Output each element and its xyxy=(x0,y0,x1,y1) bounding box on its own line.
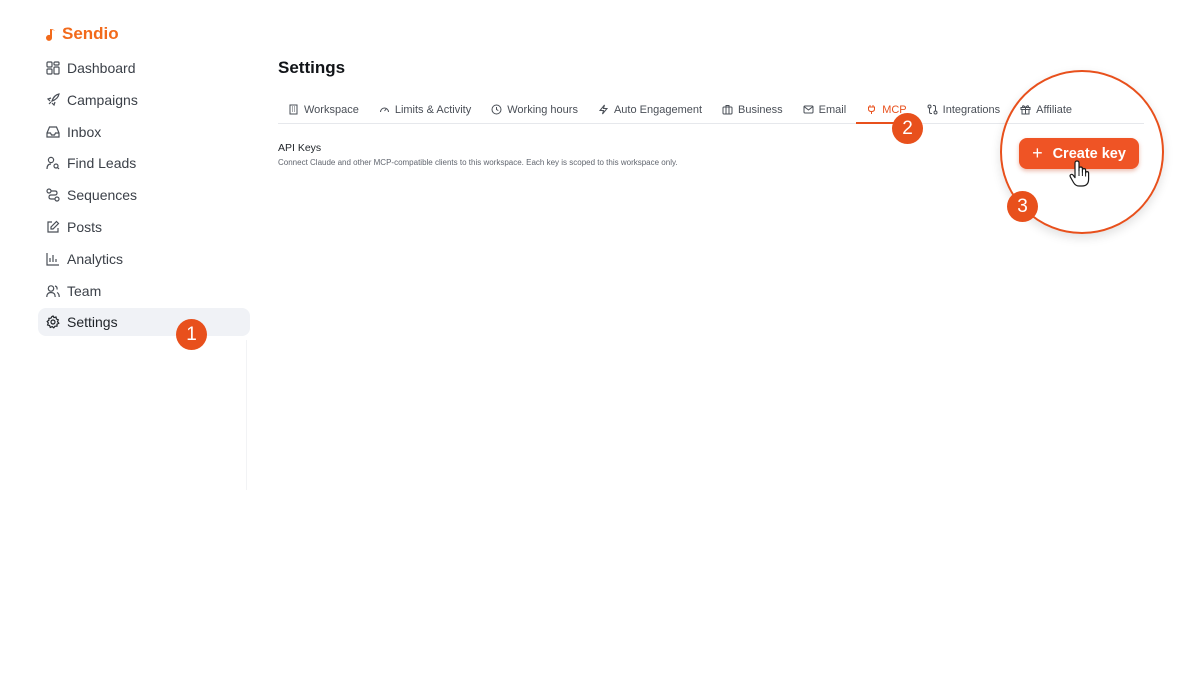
sidebar-item-label: Posts xyxy=(67,218,103,235)
sidebar-item-find-leads[interactable]: Find Leads xyxy=(38,149,250,177)
tab-label: Affiliate xyxy=(1036,103,1072,116)
tab-auto-engagement[interactable]: Auto Engagement xyxy=(588,96,712,123)
tab-label: Auto Engagement xyxy=(613,103,703,116)
gauge-icon xyxy=(379,107,389,113)
sidebar-item-label: Find Leads xyxy=(67,155,137,172)
tab-label: Integrations xyxy=(942,103,1001,116)
user-search-icon xyxy=(46,157,60,170)
sidebar-item-label: Inbox xyxy=(67,123,102,140)
bar-chart-icon xyxy=(46,252,59,266)
brand-name: Sendio xyxy=(62,24,119,43)
sidebar: Sendio Dashboard Campaigns Inbox Find Le… xyxy=(38,18,250,488)
brand-logo[interactable]: Sendio xyxy=(46,24,119,44)
settings-tabs: Workspace Limits & Activity Working hour… xyxy=(278,96,1144,124)
route-icon xyxy=(46,188,60,202)
tab-label: Email xyxy=(818,103,847,116)
briefcase-icon xyxy=(722,105,733,115)
gear-icon xyxy=(46,315,60,330)
sidebar-item-label: Team xyxy=(67,282,102,299)
sidebar-item-analytics[interactable]: Analytics xyxy=(38,245,250,273)
tab-email[interactable]: Email xyxy=(793,96,857,123)
sidebar-item-team[interactable]: Team xyxy=(38,277,250,305)
tab-label: Business xyxy=(738,103,783,116)
music-note-icon xyxy=(46,27,57,41)
sidebar-item-label: Dashboard xyxy=(67,60,136,76)
sidebar-item-campaigns[interactable]: Campaigns xyxy=(38,86,250,114)
page-title: Settings xyxy=(278,58,346,77)
sidebar-divider xyxy=(246,340,247,490)
zap-icon xyxy=(598,104,609,115)
building-icon xyxy=(289,104,298,115)
edit-icon xyxy=(47,220,60,233)
sidebar-nav: Dashboard Campaigns Inbox Find Leads Seq… xyxy=(38,54,250,340)
mail-icon xyxy=(803,105,814,114)
tab-affiliate[interactable]: Affiliate xyxy=(1010,96,1082,123)
step-badge-2: 2 xyxy=(892,113,923,144)
integrations-icon xyxy=(927,104,938,115)
clock-icon xyxy=(491,104,502,115)
sidebar-item-dashboard[interactable]: Dashboard xyxy=(38,54,250,82)
tab-label: Working hours xyxy=(507,103,578,116)
tab-limits-activity[interactable]: Limits & Activity xyxy=(369,96,481,123)
step-badge-1: 1 xyxy=(176,319,207,350)
tab-label: Workspace xyxy=(304,103,359,116)
tab-workspace[interactable]: Workspace xyxy=(278,96,369,123)
sidebar-item-label: Settings xyxy=(67,314,118,331)
gift-icon xyxy=(1020,105,1031,115)
create-key-label: Create key xyxy=(1052,145,1126,162)
sidebar-item-label: Sequences xyxy=(67,187,138,204)
dashboard-icon xyxy=(46,61,60,75)
tab-label: Limits & Activity xyxy=(394,103,472,116)
tab-working-hours[interactable]: Working hours xyxy=(481,96,588,123)
tab-integrations[interactable]: Integrations xyxy=(917,96,1010,123)
sidebar-item-inbox[interactable]: Inbox xyxy=(38,118,250,146)
create-key-button[interactable]: + Create key xyxy=(1019,138,1139,169)
step-badge-3: 3 xyxy=(1007,191,1038,222)
section-description: Connect Claude and other MCP-compatible … xyxy=(278,158,678,167)
sidebar-item-sequences[interactable]: Sequences xyxy=(38,181,250,209)
inbox-icon xyxy=(46,125,60,138)
sidebar-item-settings[interactable]: Settings xyxy=(38,308,250,337)
sidebar-item-label: Analytics xyxy=(67,250,124,267)
section-title: API Keys xyxy=(278,142,322,154)
sidebar-item-label: Campaigns xyxy=(67,91,138,108)
sidebar-item-posts[interactable]: Posts xyxy=(38,213,250,241)
plus-icon: + xyxy=(1032,142,1043,163)
tab-business[interactable]: Business xyxy=(712,96,793,123)
plug-icon xyxy=(868,105,876,114)
users-icon xyxy=(46,284,60,297)
rocket-icon xyxy=(46,93,60,106)
